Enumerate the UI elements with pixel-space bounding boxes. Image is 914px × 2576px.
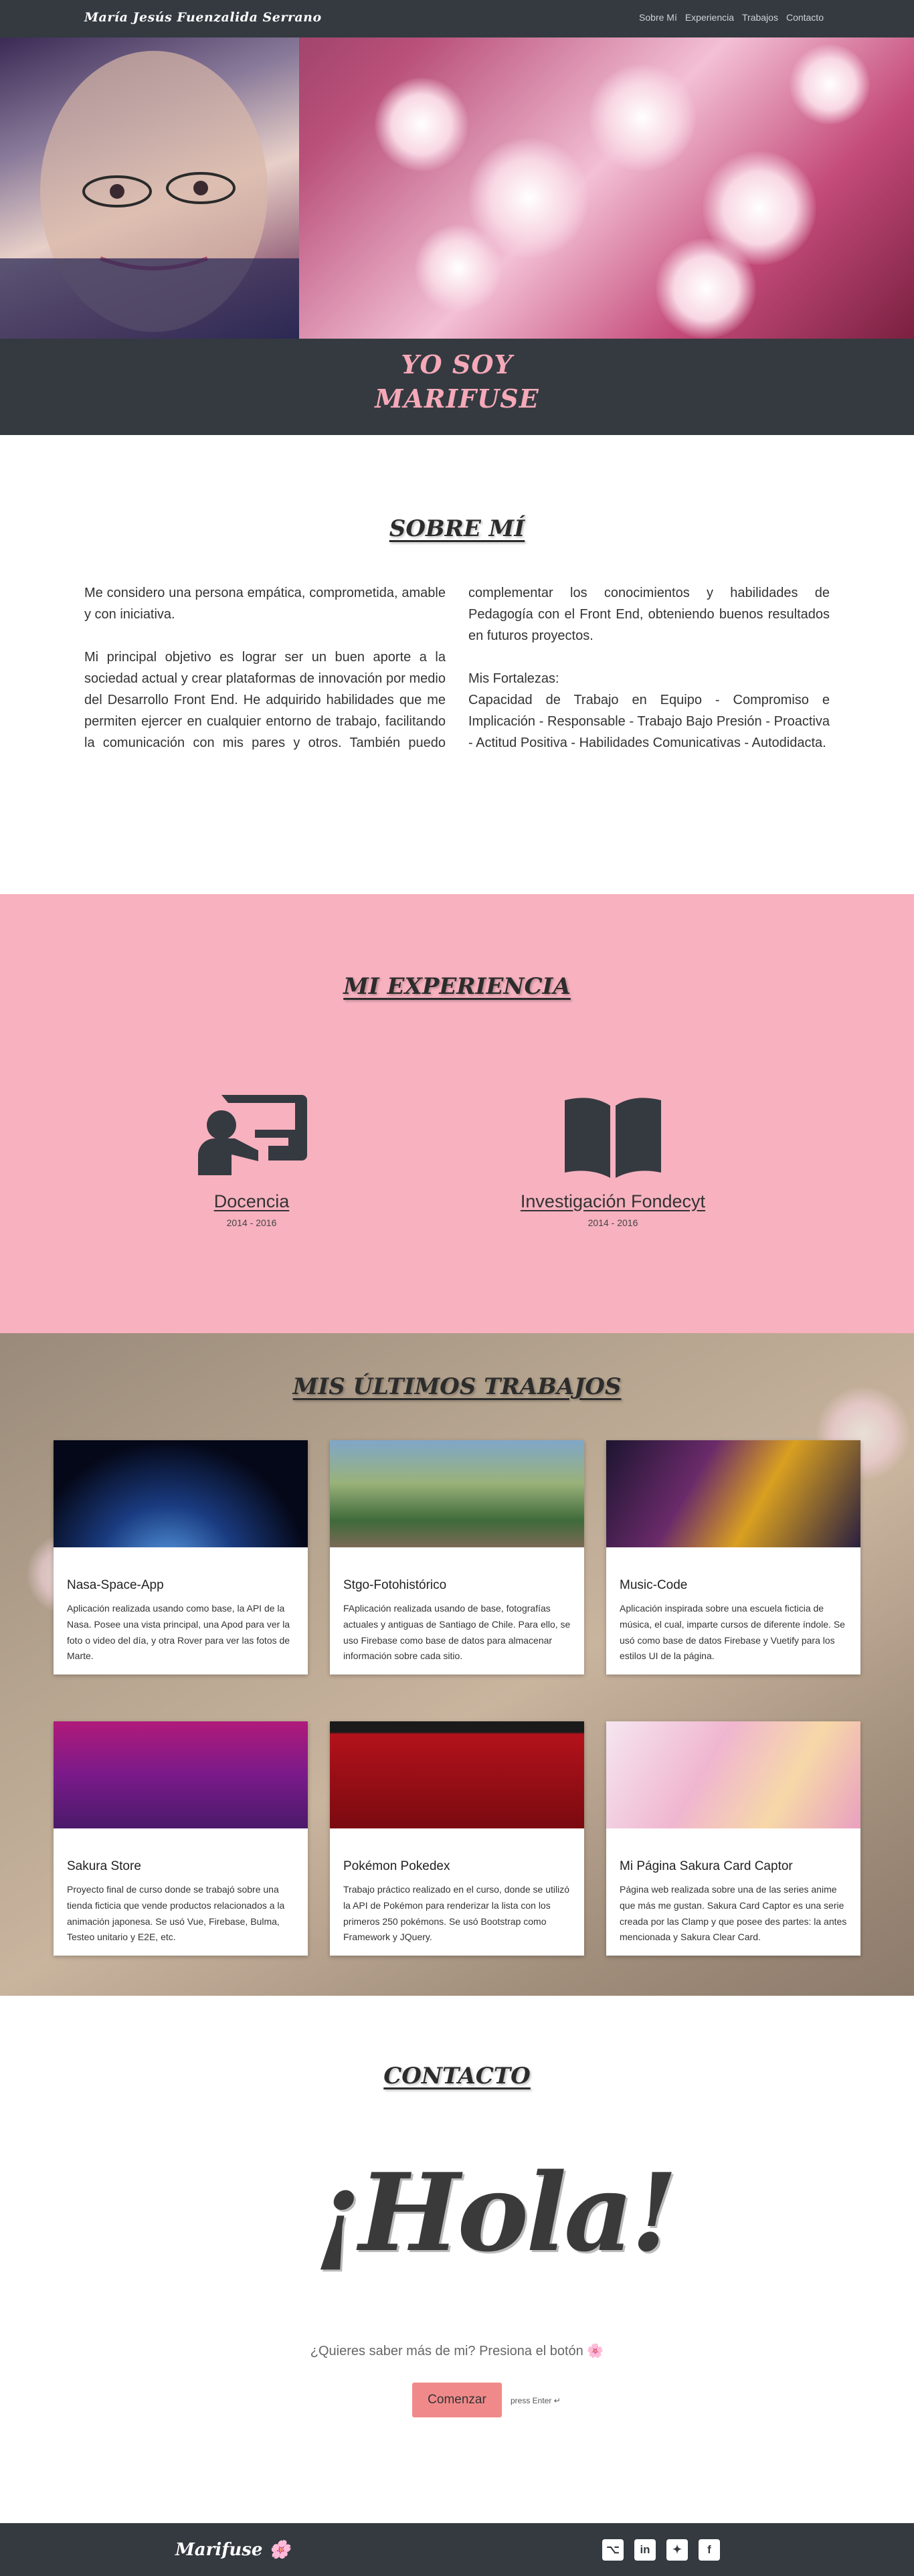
project-description: Aplicación realizada usando como base, l… [67, 1603, 290, 1662]
linkedin-icon[interactable]: in [634, 2539, 656, 2561]
footer: Marifuse 🌸 ⌥ in ✦ f [0, 2523, 914, 2576]
project-card[interactable]: Pokémon Pokedex Trabajo práctico realiza… [330, 1721, 584, 1956]
brand-name[interactable]: María Jesús Fuenzalida Serrano [84, 10, 322, 25]
hero-title-band: YO SOY MARIFUSE [0, 339, 914, 435]
book-icon [565, 1098, 661, 1178]
social-links: ⌥ in ✦ f [602, 2539, 720, 2561]
facebook-icon[interactable]: f [699, 2539, 720, 2561]
works-section: MIS ÚLTIMOS TRABAJOS Nasa-Space-App Apli… [0, 1333, 914, 1996]
experience-item-fondecyt: Investigación Fondecyt 2014 - 2016 [472, 1088, 753, 1228]
about-strengths-list: Capacidad de Trabajo en Equipo - Comprom… [468, 693, 830, 750]
nav-link-trabajos[interactable]: Trabajos [742, 12, 778, 23]
works-title: MIS ÚLTIMOS TRABAJOS [292, 1373, 622, 1400]
project-thumbnail [330, 1440, 584, 1547]
navbar: María Jesús Fuenzalida Serrano Sobre Mí … [0, 0, 914, 37]
project-description: Aplicación inspirada sobre una escuela f… [620, 1603, 845, 1662]
contact-title: CONTACTO [383, 2063, 531, 2089]
teacher-icon [198, 1095, 307, 1175]
experience-section: MI EXPERIENCIA Docencia 2014 - 2016 Inve… [0, 894, 914, 1333]
nav-link-contacto[interactable]: Contacto [786, 12, 824, 23]
project-title: Stgo-Fotohistórico [343, 1578, 447, 1592]
project-card[interactable]: Stgo-Fotohistórico FAplicación realizada… [330, 1440, 584, 1675]
footer-brand: Marifuse 🌸 [175, 2540, 290, 2560]
nav-links: Sobre Mí Experiencia Trabajos Contacto [639, 12, 824, 23]
project-card[interactable]: Nasa-Space-App Aplicación realizada usan… [54, 1440, 308, 1675]
contact-section: CONTACTO ¡Hola! ¿Quieres saber más de mi… [0, 1996, 914, 2523]
experience-item-docencia: Docencia 2014 - 2016 [111, 1088, 392, 1228]
project-description: Página web realizada sobre una de las se… [620, 1884, 847, 1943]
project-thumbnail [606, 1440, 860, 1547]
experience-name-fondecyt: Investigación Fondecyt [520, 1191, 706, 1211]
project-title: Nasa-Space-App [67, 1578, 164, 1592]
experience-name-docencia: Docencia [213, 1191, 290, 1211]
nav-link-experiencia[interactable]: Experiencia [685, 12, 734, 23]
project-thumbnail [54, 1440, 308, 1547]
about-section: SOBRE MÍ Me considero una persona empáti… [0, 435, 914, 894]
hola-lettering: ¡Hola! [314, 2150, 678, 2276]
press-enter-hint: press Enter ↵ [511, 2396, 561, 2405]
project-card[interactable]: Music-Code Aplicación inspirada sobre un… [606, 1440, 860, 1675]
about-text: Me considero una persona empática, compr… [84, 582, 830, 754]
github-icon[interactable]: ⌥ [602, 2539, 624, 2561]
project-thumbnail [606, 1721, 860, 1828]
project-title: Mi Página Sakura Card Captor [620, 1859, 793, 1873]
hero-banner [0, 37, 914, 339]
hero-title-line1: YO SOY [401, 349, 513, 379]
twitter-icon[interactable]: ✦ [666, 2539, 688, 2561]
project-thumbnail [54, 1721, 308, 1828]
project-title: Music-Code [620, 1578, 688, 1592]
contact-question: ¿Quieres saber más de mi? Presiona el bo… [310, 2344, 604, 2358]
about-title: SOBRE MÍ [389, 515, 525, 542]
project-thumbnail [330, 1721, 584, 1828]
project-title: Pokémon Pokedex [343, 1859, 450, 1873]
experience-title: MI EXPERIENCIA [343, 973, 571, 1000]
project-description: Proyecto final de curso donde se trabajó… [67, 1884, 285, 1943]
start-button[interactable]: Comenzar [412, 2383, 502, 2417]
about-strengths-label: Mis Fortalezas: [468, 671, 559, 686]
project-card[interactable]: Sakura Store Proyecto final de curso don… [54, 1721, 308, 1956]
project-description: Trabajo práctico realizado en el curso, … [343, 1884, 570, 1943]
project-title: Sakura Store [67, 1859, 141, 1873]
portrait-illustration [0, 51, 299, 339]
about-paragraph-1: Me considero una persona empática, compr… [84, 586, 446, 622]
profile-photo [0, 37, 299, 339]
project-card[interactable]: Mi Página Sakura Card Captor Página web … [606, 1721, 860, 1956]
experience-date-fondecyt: 2014 - 2016 [587, 1217, 638, 1228]
hero-title-line2: MARIFUSE [375, 383, 539, 414]
project-description: FAplicación realizada usando de base, fo… [343, 1603, 571, 1662]
nav-link-sobre-mi[interactable]: Sobre Mí [639, 12, 677, 23]
experience-date-docencia: 2014 - 2016 [226, 1217, 277, 1228]
